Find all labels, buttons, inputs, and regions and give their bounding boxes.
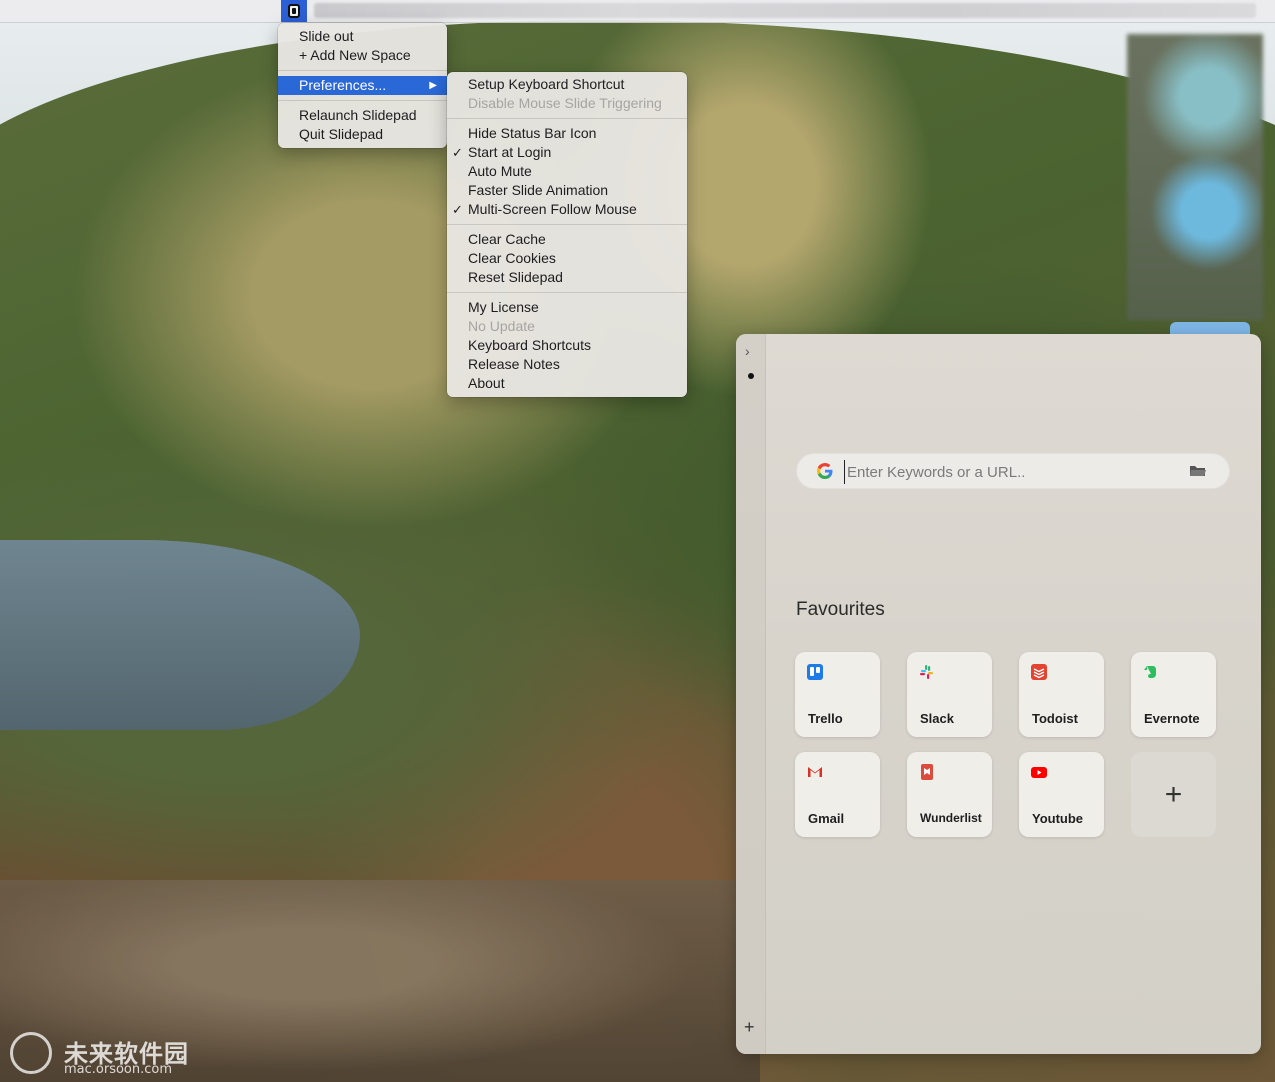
checkmark-icon: ✓ (452, 145, 463, 160)
menu-item-keyboard-shortcuts[interactable]: Keyboard Shortcuts (447, 336, 687, 355)
add-space-button[interactable]: + (744, 1018, 755, 1036)
favourite-evernote[interactable]: Evernote (1131, 652, 1216, 737)
menu-item-hide-status-bar-icon[interactable]: Hide Status Bar Icon (447, 124, 687, 143)
menu-bar-blurred-items (314, 3, 1256, 18)
menu-item-no-update: No Update (468, 318, 535, 334)
slidepad-status-icon[interactable] (281, 0, 307, 22)
menu-item-about[interactable]: About (447, 374, 687, 393)
menu-separator (447, 118, 687, 119)
favourite-label: Evernote (1144, 711, 1200, 726)
menu-item-add-new-space[interactable]: + Add New Space (278, 46, 447, 65)
favourite-label: Todoist (1032, 711, 1078, 726)
spaces-rail: › + (736, 334, 766, 1054)
menu-item-relaunch[interactable]: Relaunch Slidepad (278, 106, 447, 125)
folder-icon[interactable] (1189, 464, 1207, 477)
favourite-youtube[interactable]: Youtube (1019, 752, 1104, 837)
menu-item-slide-out[interactable]: Slide out (278, 27, 447, 46)
menu-item-multi-screen-label: Multi-Screen Follow Mouse (468, 201, 637, 217)
watermark-url: mac.orsoon.com (64, 1062, 173, 1077)
favourite-todoist[interactable]: Todoist (1019, 652, 1104, 737)
menu-item-multi-screen-follow-mouse[interactable]: ✓ Multi-Screen Follow Mouse (447, 200, 687, 219)
menu-item-auto-mute[interactable]: Auto Mute (447, 162, 687, 181)
favourite-label: Trello (808, 711, 843, 726)
plus-icon: + (1164, 778, 1183, 811)
menu-item-start-at-login[interactable]: ✓ Start at Login (447, 143, 687, 162)
watermark-logo-icon (10, 1032, 52, 1074)
favourite-trello[interactable]: Trello (795, 652, 880, 737)
collapse-chevron-icon[interactable]: › (745, 344, 750, 358)
menu-item-clear-cookies[interactable]: Clear Cookies (447, 249, 687, 268)
google-icon (817, 463, 833, 479)
menu-item-preferences-label: Preferences... (299, 77, 387, 93)
blurred-window-thumbnail (1127, 34, 1263, 320)
wunderlist-icon (921, 764, 933, 780)
menu-item-quit[interactable]: Quit Slidepad (278, 125, 447, 144)
favourite-label: Wunderlist (920, 811, 982, 825)
search-input[interactable] (844, 460, 1179, 484)
menu-item-disable-mouse-slide: Disable Mouse Slide Triggering (468, 95, 662, 111)
menu-bar (0, 0, 1275, 23)
evernote-icon (1144, 666, 1156, 678)
menu-separator (278, 100, 447, 101)
slidepad-menu: Slide out + Add New Space Preferences...… (278, 23, 447, 148)
menu-separator (447, 292, 687, 293)
preferences-submenu: Setup Keyboard Shortcut Disable Mouse Sl… (447, 72, 687, 397)
favourite-wunderlist[interactable]: Wunderlist (907, 752, 992, 837)
favourites-title: Favourites (796, 599, 885, 620)
menu-item-preferences[interactable]: Preferences... ▶ (278, 76, 447, 95)
slidepad-panel: › + Favourites Trello (736, 334, 1261, 1054)
menu-item-reset-slidepad[interactable]: Reset Slidepad (447, 268, 687, 287)
slack-icon (920, 665, 933, 679)
trello-icon (807, 664, 823, 680)
menu-separator (447, 224, 687, 225)
todoist-icon (1031, 664, 1047, 680)
checkmark-icon: ✓ (452, 202, 463, 217)
submenu-arrow-icon: ▶ (429, 80, 437, 91)
favourite-label: Slack (920, 711, 954, 726)
menu-item-clear-cache[interactable]: Clear Cache (447, 230, 687, 249)
favourite-slack[interactable]: Slack (907, 652, 992, 737)
youtube-icon (1031, 767, 1047, 778)
favourite-label: Youtube (1032, 811, 1084, 826)
favourite-gmail[interactable]: Gmail (795, 752, 880, 837)
gmail-icon (808, 767, 822, 777)
add-favourite-button[interactable]: + (1131, 752, 1216, 837)
search-bar[interactable] (796, 453, 1230, 489)
menu-item-setup-keyboard-shortcut[interactable]: Setup Keyboard Shortcut (447, 75, 687, 94)
favourite-label: Gmail (808, 811, 845, 826)
menu-item-start-at-login-label: Start at Login (468, 144, 552, 160)
menu-separator (278, 70, 447, 71)
slidepad-glyph-icon (288, 4, 300, 18)
menu-item-faster-slide-animation[interactable]: Faster Slide Animation (447, 181, 687, 200)
space-indicator-dot[interactable] (748, 373, 754, 379)
menu-item-my-license[interactable]: My License (447, 298, 687, 317)
menu-item-release-notes[interactable]: Release Notes (447, 355, 687, 374)
